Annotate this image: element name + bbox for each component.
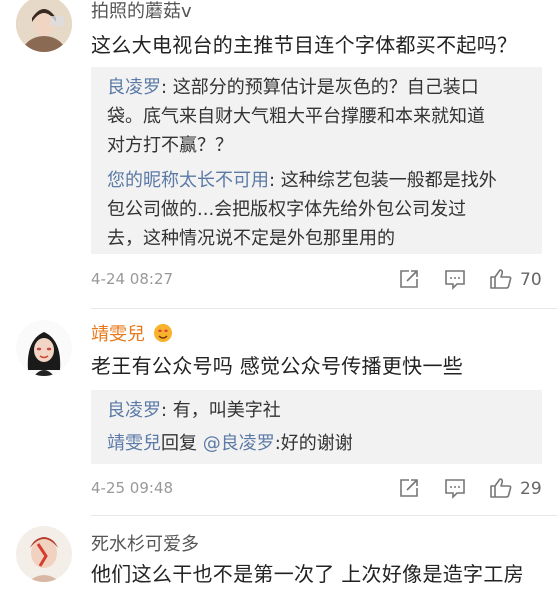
timestamp: 4-25 09:48 xyxy=(91,479,174,497)
like-icon[interactable] xyxy=(489,477,513,503)
reply-item[interactable]: 您的昵称太长不可用: 这种综艺包装一般都是找外 包公司做的...会把版权字体先给… xyxy=(107,166,526,253)
avatar[interactable] xyxy=(16,320,72,376)
reply-username[interactable]: 您的昵称太长不可用 xyxy=(107,170,269,191)
share-icon[interactable] xyxy=(398,268,420,294)
like-count: 70 xyxy=(520,270,542,290)
reply-text-cont: 对方打不赢？？ xyxy=(107,135,233,156)
avatar-image xyxy=(16,526,72,582)
divider xyxy=(91,515,558,516)
comment-icon[interactable] xyxy=(444,477,466,503)
reply-text: : 有，叫美字社 xyxy=(161,400,281,421)
reply-text-cont: 袋。底气来自财大气粗大平台撑腰和本来就知道 xyxy=(107,106,485,127)
timestamp: 4-24 08:27 xyxy=(91,270,174,288)
reply-mention[interactable]: @良凌罗 xyxy=(203,433,275,454)
reply-text-cont: 去，这种情况说不定是外包那里用的 xyxy=(107,228,395,249)
reply-username[interactable]: 良凌罗 xyxy=(107,77,161,98)
username[interactable]: 死水杉可爱多 xyxy=(91,530,199,556)
comment-text: 这么大电视台的主推节目连个字体都买不起吗？ xyxy=(91,33,518,57)
divider xyxy=(91,308,558,309)
reply-mid: 回复 xyxy=(161,433,203,454)
reply-text-cont: 包公司做的...会把版权字体先给外包公司发过 xyxy=(107,199,467,220)
like-count: 29 xyxy=(520,479,542,499)
reply-username[interactable]: 良凌罗 xyxy=(107,400,161,421)
comment-icon[interactable] xyxy=(444,268,466,294)
comment-meta: 4-25 09:48 29 xyxy=(91,477,542,503)
reply-box[interactable]: 良凌罗: 这部分的预算估计是灰色的？自己装口 袋。底气来自财大气粗大平台撑腰和本… xyxy=(91,67,542,254)
avatar-image xyxy=(16,320,72,376)
reply-text: 这部分的预算估计是灰色的？自己装口 xyxy=(167,77,479,98)
reply-item[interactable]: 良凌罗: 有，叫美字社 xyxy=(107,396,526,425)
comment-3: 死水杉可爱多 他们这么干也不是第一次了 上次好像是造字工房 xyxy=(0,0,558,586)
reply-box[interactable]: 良凌罗: 有，叫美字社 靖雯兒回复 @良凌罗:好的谢谢 xyxy=(91,390,542,464)
comment-1: 拍照的蘑菇v 这么大电视台的主推节目连个字体都买不起吗？ 良凌罗: 这部分的预算… xyxy=(0,0,558,309)
reply-item[interactable]: 良凌罗: 这部分的预算估计是灰色的？自己装口 袋。底气来自财大气粗大平台撑腰和本… xyxy=(107,73,526,160)
reply-username[interactable]: 靖雯兒 xyxy=(107,433,161,454)
comment-text: 老王有公众号吗 感觉公众号传播更快一些 xyxy=(91,354,464,378)
like-icon[interactable] xyxy=(489,268,513,294)
comment-text: 他们这么干也不是第一次了 上次好像是造字工房 xyxy=(91,562,524,586)
reply-item[interactable]: 靖雯兒回复 @良凌罗:好的谢谢 xyxy=(107,429,526,458)
reply-text: :好的谢谢 xyxy=(274,433,353,454)
avatar[interactable] xyxy=(16,526,72,582)
comment-meta: 4-24 08:27 70 xyxy=(91,268,542,294)
reply-text: 这种综艺包装一般都是找外 xyxy=(275,170,497,191)
share-icon[interactable] xyxy=(398,477,420,503)
username[interactable]: 靖雯兒 xyxy=(91,320,173,348)
vip-emoji-icon xyxy=(153,323,173,348)
